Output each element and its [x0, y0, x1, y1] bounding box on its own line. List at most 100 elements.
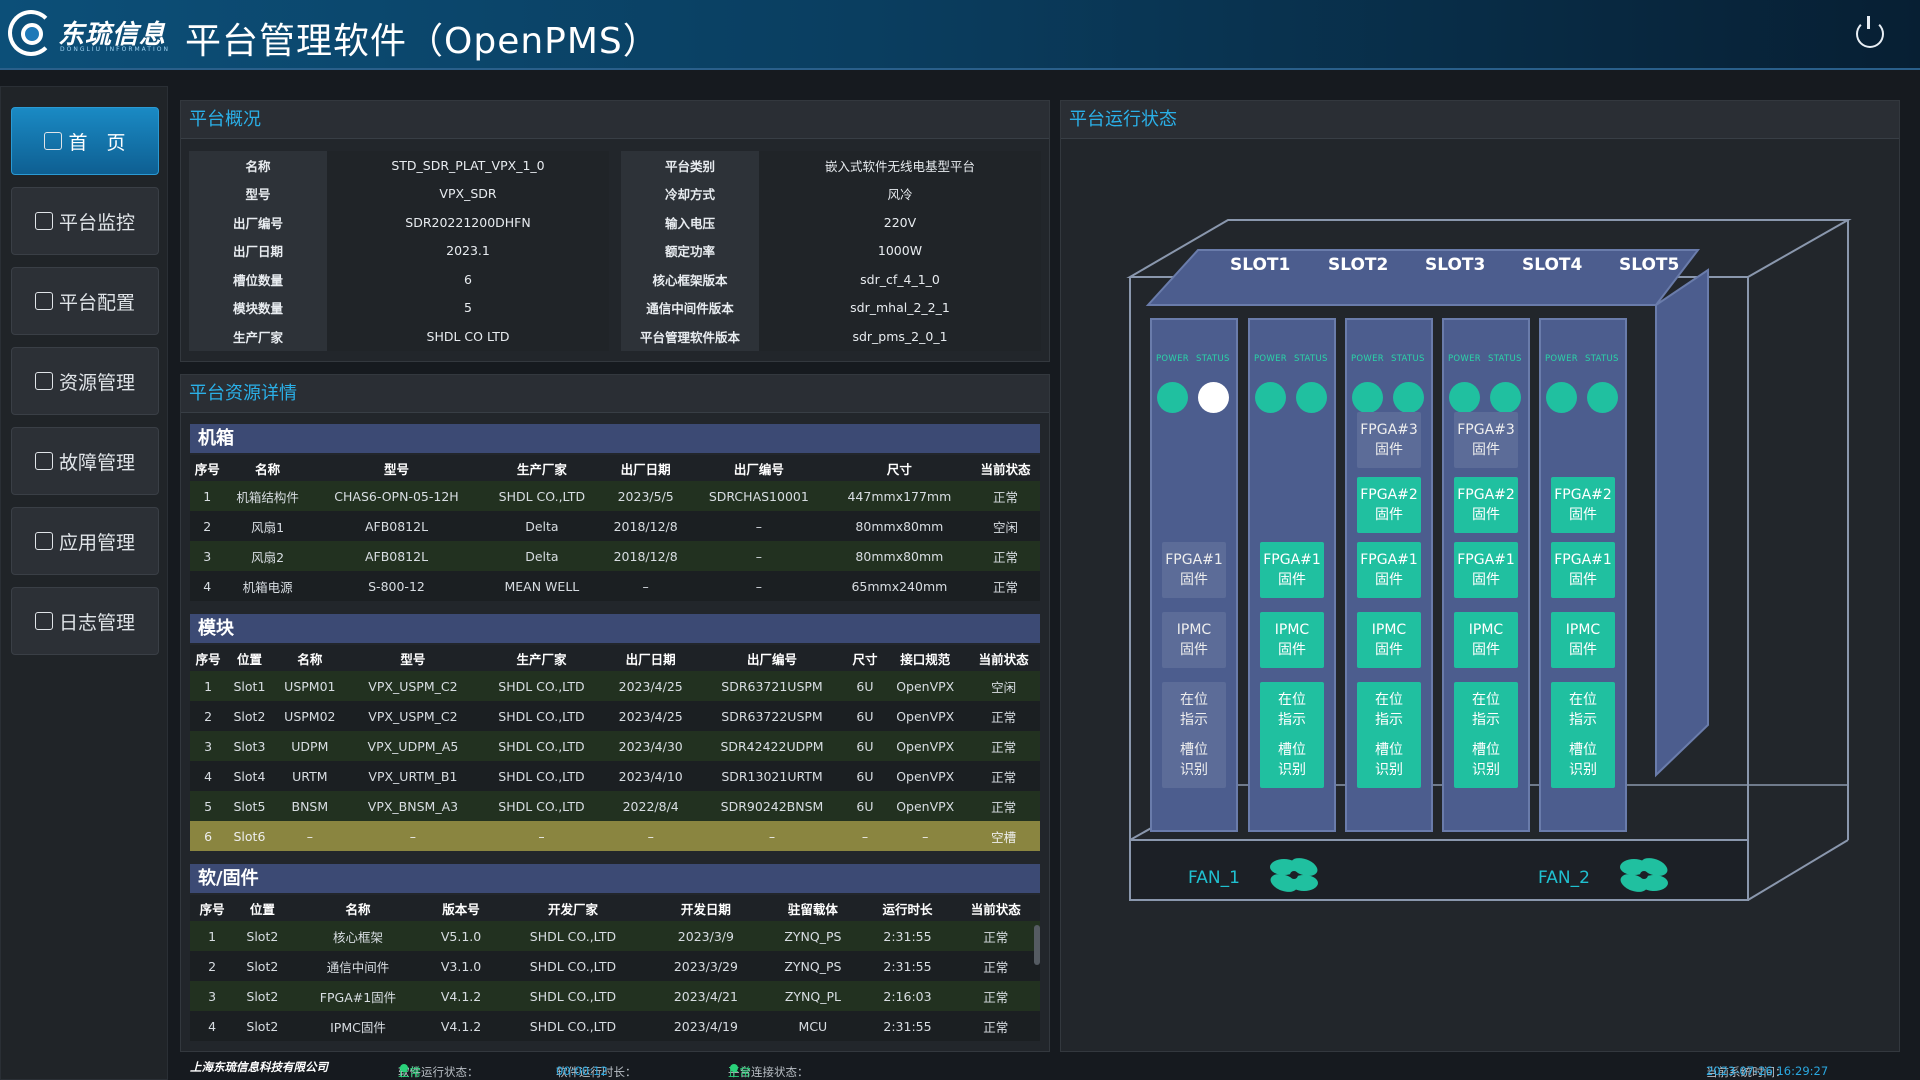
- slot-module-4[interactable]: IPMC 固件: [1357, 612, 1421, 668]
- slot-module-5[interactable]: 在位 指示: [1454, 682, 1518, 738]
- column-header[interactable]: 型号: [310, 455, 483, 481]
- table-row[interactable]: 3 Slot3 UDPM VPX_UDPM_A5 SHDL CO.,LTD 2023/4/…: [190, 731, 1040, 761]
- logo-subtext: DONGLIU INFORMATION: [60, 46, 170, 53]
- slot-module-1[interactable]: FPGA#1 固件: [1260, 542, 1324, 598]
- slot-module-3[interactable]: 在位 指示: [1260, 682, 1324, 738]
- nav-item-5[interactable]: 应用管理: [11, 507, 159, 575]
- table-cell: OpenVPX: [883, 671, 968, 701]
- module-text: IPMC: [1176, 622, 1212, 638]
- table-row[interactable]: 4 机箱电源 S-800-12 MEAN WELL – –65mmx240mm 正常: [190, 571, 1040, 601]
- slot-module-1[interactable]: FPGA#3 固件: [1454, 412, 1518, 468]
- column-header[interactable]: 名称: [290, 895, 426, 921]
- status-title: 平台运行状态: [1069, 109, 1177, 130]
- table-cell: 正常: [967, 791, 1040, 821]
- slot-card-3[interactable]: POWER STATUS FPGA#3 固件 FPGA#2 固件 FPGA#1 固件 IPMC 固…: [1345, 318, 1433, 832]
- slot-module-4[interactable]: 槽位 识别: [1162, 732, 1226, 788]
- table-row[interactable]: 4 Slot4 URTM VPX_URTM_B1 SHDL CO.,LTD 2023/4/…: [190, 761, 1040, 791]
- slot-module-3[interactable]: IPMC 固件: [1551, 612, 1615, 668]
- column-header[interactable]: 驻留载体: [762, 895, 864, 921]
- slot-module-4[interactable]: IPMC 固件: [1454, 612, 1518, 668]
- table-cell: 80mmx80mm: [827, 511, 971, 541]
- slot-module-1[interactable]: FPGA#2 固件: [1551, 477, 1615, 533]
- power-icon[interactable]: [1856, 16, 1884, 48]
- nav-item-0[interactable]: 首 页: [11, 107, 159, 175]
- column-header[interactable]: 生产厂家: [482, 455, 602, 481]
- column-header[interactable]: 运行时长: [863, 895, 952, 921]
- software-scrollbar[interactable]: [1034, 925, 1040, 965]
- slot-module-4[interactable]: 槽位 识别: [1260, 732, 1324, 788]
- table-row[interactable]: 4 Slot2 IPMC固件 V4.1.2 SHDL CO.,LTD 2023/4/19 M…: [190, 1011, 1040, 1041]
- table-row[interactable]: 1 机箱结构件 CHAS6-OPN-05-12H SHDL CO.,LTD 2023/5…: [190, 481, 1040, 511]
- slot-module-6[interactable]: 槽位 识别: [1357, 732, 1421, 788]
- nav-item-4[interactable]: 故障管理: [11, 427, 159, 495]
- table-row[interactable]: 1 Slot1 USPM01 VPX_USPM_C2 SHDL CO.,LTD 2023/…: [190, 671, 1040, 701]
- nav-item-2[interactable]: 平台配置: [11, 267, 159, 335]
- column-header[interactable]: 名称: [272, 645, 348, 671]
- column-header[interactable]: 名称: [224, 455, 311, 481]
- column-header[interactable]: 开发厂家: [496, 895, 650, 921]
- table-row[interactable]: 1 Slot2 核心框架 V5.1.0 SHDL CO.,LTD 2023/3/9 ZYNQ…: [190, 921, 1040, 951]
- column-header[interactable]: 尺寸: [846, 645, 884, 671]
- slot-module-2[interactable]: IPMC 固件: [1260, 612, 1324, 668]
- table-cell: SHDL CO.,LTD: [478, 671, 605, 701]
- column-header[interactable]: 生产厂家: [478, 645, 605, 671]
- table-row[interactable]: 2 Slot2 通信中间件 V3.1.0 SHDL CO.,LTD 2023/3/29 ZY…: [190, 951, 1040, 981]
- table-cell: V3.1.0: [425, 951, 497, 981]
- slot-module-6[interactable]: 槽位 识别: [1454, 732, 1518, 788]
- table-cell: –: [689, 511, 828, 541]
- column-header[interactable]: 序号: [190, 645, 227, 671]
- slot-module-1[interactable]: FPGA#1 固件: [1162, 542, 1226, 598]
- overview-key: 型号: [189, 179, 327, 208]
- column-header[interactable]: 尺寸: [827, 455, 971, 481]
- slot-module-2[interactable]: FPGA#1 固件: [1551, 542, 1615, 598]
- table-row[interactable]: 6 Slot6– – – – – – – 空槽: [190, 821, 1040, 851]
- overview-key: 生产厂家: [189, 322, 327, 351]
- nav-item-6[interactable]: 日志管理: [11, 587, 159, 655]
- slot-module-2[interactable]: FPGA#2 固件: [1357, 477, 1421, 533]
- slot-module-5[interactable]: 槽位 识别: [1551, 732, 1615, 788]
- column-header[interactable]: 型号: [347, 645, 479, 671]
- slot-card-4[interactable]: POWER STATUS FPGA#3 固件 FPGA#2 固件 FPGA#1 固件 IPMC 固…: [1442, 318, 1530, 832]
- table-row[interactable]: 3 Slot2 FPGA#1固件 V4.1.2 SHDL CO.,LTD 2023/4/2…: [190, 981, 1040, 1011]
- column-header[interactable]: 序号: [190, 455, 225, 481]
- status-led-icon: [1296, 382, 1327, 413]
- slot-module-2[interactable]: IPMC 固件: [1162, 612, 1226, 668]
- column-header[interactable]: 当前状态: [970, 455, 1040, 481]
- slot-module-3[interactable]: FPGA#1 固件: [1454, 542, 1518, 598]
- module-text: 指示: [1569, 712, 1597, 728]
- column-header[interactable]: 出厂编号: [689, 455, 828, 481]
- table-row[interactable]: 5 Slot5 BNSM VPX_BNSM_A3 SHDL CO.,LTD 2022/8/…: [190, 791, 1040, 821]
- column-header[interactable]: 出厂日期: [604, 645, 698, 671]
- column-header[interactable]: 版本号: [425, 895, 497, 921]
- slot-module-3[interactable]: 在位 指示: [1162, 682, 1226, 738]
- column-header[interactable]: 接口规范: [883, 645, 968, 671]
- overview-key: 冷却方式: [621, 179, 759, 208]
- slot-module-3[interactable]: FPGA#1 固件: [1357, 542, 1421, 598]
- column-header[interactable]: 开发日期: [649, 895, 763, 921]
- nav-item-3[interactable]: 资源管理: [11, 347, 159, 415]
- table-cell: 2:31:55: [863, 921, 952, 951]
- slot-card-5[interactable]: POWER STATUS FPGA#2 固件 FPGA#1 固件 IPMC 固件 在位 指示 槽位识…: [1539, 318, 1627, 832]
- column-header[interactable]: 出厂编号: [697, 645, 847, 671]
- column-header[interactable]: 出厂日期: [601, 455, 690, 481]
- table-row[interactable]: 3 风扇2 AFB0812L Delta 2018/12/8–80mmx80mm 正常: [190, 541, 1040, 571]
- column-header[interactable]: 当前状态: [951, 895, 1040, 921]
- slot-module-5[interactable]: 在位 指示: [1357, 682, 1421, 738]
- slot-module-2[interactable]: FPGA#2 固件: [1454, 477, 1518, 533]
- slot-card-2[interactable]: POWER STATUS FPGA#1 固件 IPMC 固件 在位 指示 槽位 识别: [1248, 318, 1336, 832]
- slot-module-1[interactable]: FPGA#3 固件: [1357, 412, 1421, 468]
- table-row[interactable]: 2 Slot2 USPM02 VPX_USPM_C2 SHDL CO.,LTD 2023/…: [190, 701, 1040, 731]
- slot-card-1[interactable]: POWER STATUS FPGA#1 固件 IPMC 固件 在位 指示 槽位 识别: [1150, 318, 1238, 832]
- table-cell: –: [689, 541, 828, 571]
- column-header[interactable]: 序号: [190, 895, 235, 921]
- table-row[interactable]: 2 风扇1 AFB0812L Delta 2018/12/8–80mmx80mm 空闲: [190, 511, 1040, 541]
- column-header[interactable]: 位置: [226, 645, 273, 671]
- power-label: POWER: [1156, 354, 1189, 364]
- column-header[interactable]: 位置: [234, 895, 291, 921]
- table-cell: –: [846, 821, 884, 851]
- table-cell: 机箱电源: [224, 571, 311, 601]
- table-cell: 6U: [846, 701, 884, 731]
- nav-item-1[interactable]: 平台监控: [11, 187, 159, 255]
- column-header[interactable]: 当前状态: [967, 645, 1040, 671]
- slot-module-4[interactable]: 在位 指示: [1551, 682, 1615, 738]
